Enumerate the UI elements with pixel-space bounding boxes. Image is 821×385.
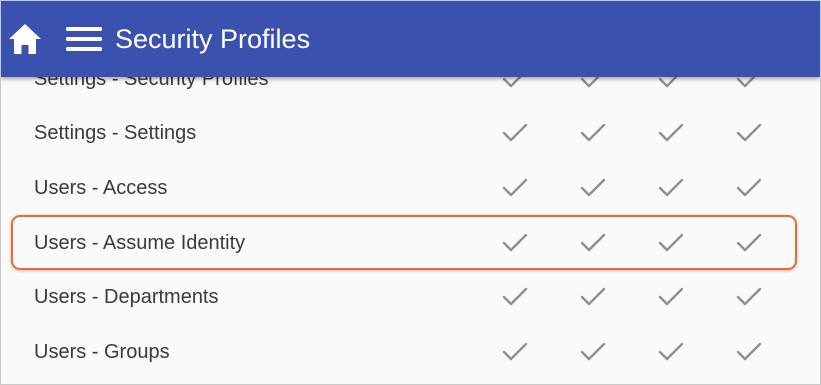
page-title: Security Profiles	[115, 24, 311, 54]
checkmark-icon[interactable]	[736, 178, 762, 198]
checkmark-icon[interactable]	[580, 287, 606, 307]
checkmark-icon[interactable]	[736, 233, 762, 253]
checkmark-icon[interactable]	[580, 123, 606, 143]
checkmark-icon[interactable]	[736, 342, 762, 362]
row-label: Users - Access	[34, 177, 168, 199]
list-item[interactable]: Users - Departments	[1, 270, 820, 325]
checkmark-icon[interactable]	[736, 287, 762, 307]
checkmark-icon[interactable]	[580, 233, 606, 253]
checkmark-icon[interactable]	[502, 178, 528, 198]
checkmark-icon[interactable]	[580, 178, 606, 198]
checkmark-icon[interactable]	[502, 233, 528, 253]
checkmark-icon[interactable]	[658, 233, 684, 253]
checkmark-icon[interactable]	[658, 178, 684, 198]
checkmark-icon[interactable]	[502, 123, 528, 143]
row-label: Settings - Settings	[34, 122, 197, 144]
checkmark-icon[interactable]	[658, 287, 684, 307]
app-header: Security Profiles	[1, 1, 820, 77]
list-item-highlighted[interactable]: Users - Assume Identity	[1, 216, 820, 271]
checkmark-icon[interactable]	[736, 123, 762, 143]
checkmark-icon[interactable]	[658, 342, 684, 362]
checkmark-icon[interactable]	[580, 342, 606, 362]
checkmark-icon[interactable]	[502, 287, 528, 307]
checkmark-icon[interactable]	[502, 342, 528, 362]
app-window: Settings - Security Profiles Settings - …	[0, 0, 821, 385]
list-item[interactable]: Users - Groups	[1, 325, 820, 380]
row-label: Users - Assume Identity	[34, 232, 246, 254]
row-label: Users - Departments	[34, 286, 219, 308]
home-icon[interactable]	[7, 22, 43, 56]
list-item[interactable]: Users - Access	[1, 161, 820, 216]
row-label: Users - Groups	[34, 341, 170, 363]
list-item[interactable]: Settings - Settings	[1, 106, 820, 161]
hamburger-menu-icon[interactable]	[65, 24, 103, 54]
checkmark-icon[interactable]	[658, 123, 684, 143]
